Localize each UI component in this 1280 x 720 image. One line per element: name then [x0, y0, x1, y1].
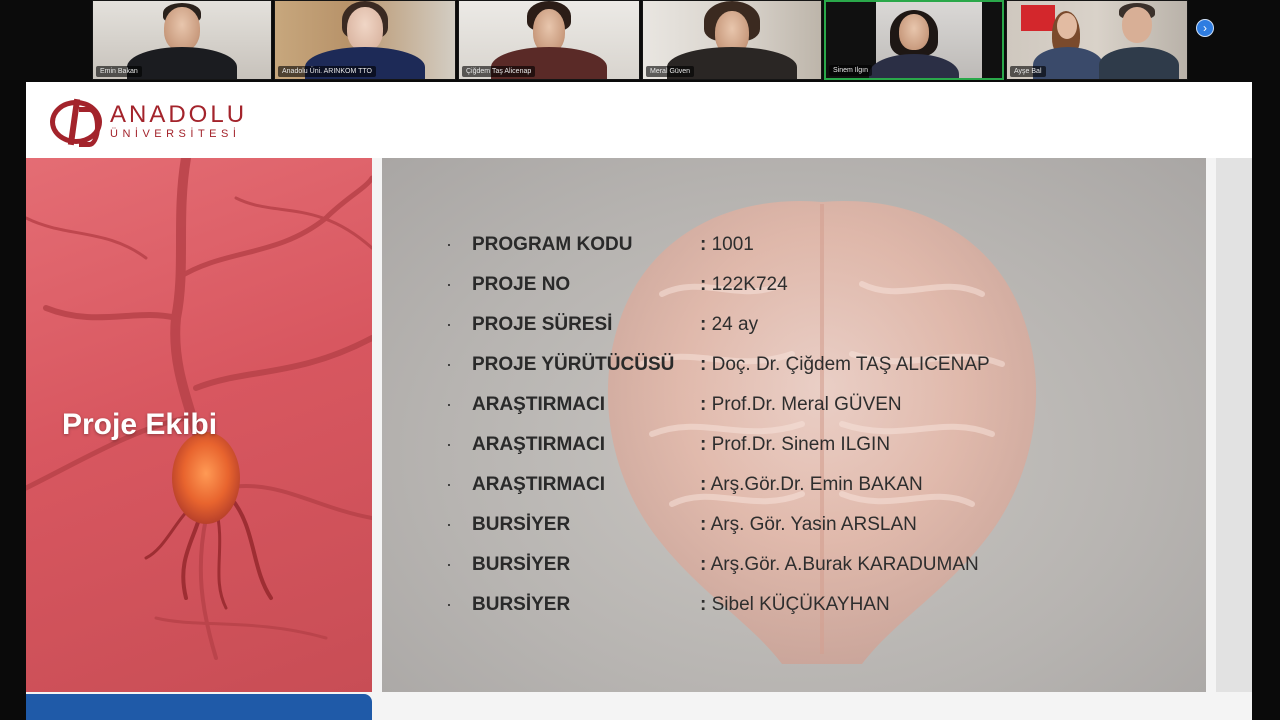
team-row: · PROJE SÜRESİ : 24 ay — [382, 304, 1206, 344]
team-row: · ARAŞTIRMACI : Prof.Dr. Sinem ILGIN — [382, 424, 1206, 464]
row-value: : Prof.Dr. Sinem ILGIN — [700, 434, 891, 455]
anadolu-logo-icon — [50, 100, 102, 147]
row-label: PROJE SÜRESİ — [472, 314, 613, 335]
row-label: BURSİYER — [472, 514, 571, 535]
row-value: : 1001 — [700, 234, 754, 255]
row-value: : Doç. Dr. Çiğdem TAŞ ALICENAP — [700, 354, 990, 375]
bullet: · — [446, 434, 452, 454]
bullet: · — [446, 514, 452, 534]
participant-tile[interactable]: Emin Bakan — [92, 0, 272, 80]
slide-side-strip — [1216, 158, 1252, 692]
chevron-right-icon: › — [1203, 21, 1207, 35]
row-value: : Arş.Gör.Dr. Emin BAKAN — [700, 474, 923, 495]
footer-band — [26, 694, 372, 720]
row-label: PROJE YÜRÜTÜCÜSÜ — [472, 354, 675, 375]
participant-name: Anadolu Üni. ARINKOM TTO — [278, 66, 376, 77]
slide-header: ANADOLU ÜNİVERSİTESİ — [26, 82, 1252, 158]
row-label: ARAŞTIRMACI — [472, 394, 605, 415]
participant-tile[interactable]: Ayşe Bal — [1006, 0, 1188, 80]
team-row: · PROJE NO : 122K724 — [382, 264, 1206, 304]
team-row: · ARAŞTIRMACI : Arş.Gör.Dr. Emin BAKAN — [382, 464, 1206, 504]
university-logo: ANADOLU ÜNİVERSİTESİ — [50, 100, 248, 147]
row-value: : 122K724 — [700, 274, 788, 295]
row-label: BURSİYER — [472, 594, 571, 615]
bullet: · — [446, 234, 452, 254]
team-row: · BURSİYER : Sibel KÜÇÜKAYHAN — [382, 584, 1206, 624]
section-title: Proje Ekibi — [62, 408, 218, 441]
row-label: BURSİYER — [472, 554, 571, 575]
row-value: : Sibel KÜÇÜKAYHAN — [700, 594, 890, 615]
team-row: · BURSİYER : Arş.Gör. A.Burak KARADUMAN — [382, 544, 1206, 584]
participant-tile[interactable]: Çiğdem Taş Alicenap — [458, 0, 640, 80]
bullet: · — [446, 274, 452, 294]
participant-name: Emin Bakan — [96, 66, 142, 77]
shared-screen-slide: ANADOLU ÜNİVERSİTESİ Proje Ekibi · PROGR… — [26, 82, 1252, 720]
next-page-button[interactable]: › — [1196, 19, 1214, 37]
participant-video-strip: Emin Bakan Anadolu Üni. ARINKOM TTO Çiğd… — [0, 0, 1280, 80]
bullet: · — [446, 594, 452, 614]
row-value: : 24 ay — [700, 314, 759, 335]
project-info-panel: · PROGRAM KODU : 1001 · PROJE NO : 122K7… — [382, 158, 1206, 692]
bullet: · — [446, 474, 452, 494]
team-row: · BURSİYER : Arş. Gör. Yasin ARSLAN — [382, 504, 1206, 544]
logo-line-2: ÜNİVERSİTESİ — [110, 128, 241, 140]
row-value: : Arş.Gör. A.Burak KARADUMAN — [700, 554, 979, 575]
neuron-image-panel: Proje Ekibi — [26, 158, 372, 692]
flag-icon — [1021, 5, 1055, 31]
participant-name: Sinem Ilgın — [829, 65, 873, 76]
row-value: : Prof.Dr. Meral GÜVEN — [700, 394, 902, 415]
participant-name: Çiğdem Taş Alicenap — [462, 66, 536, 77]
bullet: · — [446, 314, 452, 334]
row-label: ARAŞTIRMACI — [472, 434, 605, 455]
participant-tile[interactable]: Meral Güven — [642, 0, 822, 80]
team-row: · ARAŞTIRMACI : Prof.Dr. Meral GÜVEN — [382, 384, 1206, 424]
row-label: ARAŞTIRMACI — [472, 474, 605, 495]
row-label: PROJE NO — [472, 274, 571, 295]
row-value: : Arş. Gör. Yasin ARSLAN — [700, 514, 917, 535]
participant-name: Meral Güven — [646, 66, 695, 77]
row-label: PROGRAM KODU — [472, 234, 633, 255]
participant-name: Ayşe Bal — [1010, 66, 1046, 77]
bullet: · — [446, 354, 452, 374]
logo-line-1: ANADOLU — [110, 101, 248, 128]
participant-tile[interactable]: Anadolu Üni. ARINKOM TTO — [274, 0, 456, 80]
bullet: · — [446, 554, 452, 574]
participant-tile-active-speaker[interactable]: Sinem Ilgın — [824, 0, 1004, 80]
team-row: · PROGRAM KODU : 1001 — [382, 224, 1206, 264]
team-row: · PROJE YÜRÜTÜCÜSÜ : Doç. Dr. Çiğdem TAŞ… — [382, 344, 1206, 384]
bullet: · — [446, 394, 452, 414]
